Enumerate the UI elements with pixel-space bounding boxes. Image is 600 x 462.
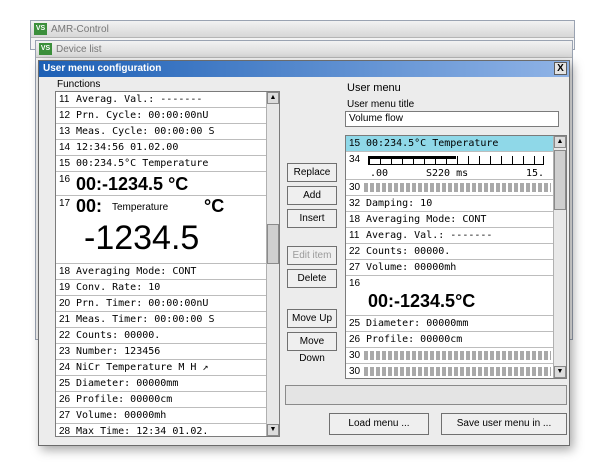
list-item[interactable]: 13 Meas. Cycle: 00:00:00 S [56,124,268,140]
list-item[interactable]: 20 Prn. Timer: 00:00:00nU [56,296,268,312]
list-item[interactable]: 34 .00 S220 ms 15. [346,152,555,180]
list-item[interactable]: 30 [346,348,555,364]
list-item[interactable]: 12 Prn. Cycle: 00:00:00nU [56,108,268,124]
list-item[interactable]: 23 Number: 123456 [56,344,268,360]
status-panel [285,385,567,405]
edit-item-button[interactable]: Edit item [287,246,337,265]
user-menu-scrollbar[interactable]: ▲ ▼ [553,136,566,378]
list-item[interactable]: 32 Damping: 10 [346,196,555,212]
replace-button[interactable]: Replace [287,163,337,182]
load-menu-button[interactable]: Load menu ... [329,413,429,435]
list-item[interactable]: 19 Conv. Rate: 10 [56,280,268,296]
list-item[interactable]: 11 Averag. Val.: ------- [56,92,268,108]
app-title-bar[interactable]: VS AMR-Control [31,21,574,38]
add-button[interactable]: Add [287,186,337,205]
list-item[interactable]: 24 NiCr Temperature M H ↗ [56,360,268,376]
functions-scrollbar[interactable]: ▲ ▼ [266,92,279,436]
list-item[interactable]: 18 Averaging Mode: CONT [346,212,555,228]
scroll-up-icon[interactable]: ▲ [554,136,566,148]
list-item[interactable]: 16 00:-1234.5 °C [56,172,268,196]
list-item[interactable]: 26 Profile: 00000cm [346,332,555,348]
dialog-title-bar[interactable]: User menu configuration X [39,61,569,77]
list-item[interactable]: 17 00: Temperature °C -1234.5 [56,196,268,264]
list-item[interactable]: 22 Counts: 00000. [56,328,268,344]
bargraph-fill [368,156,456,159]
move-up-button[interactable]: Move Up [287,309,337,328]
user-menu-title-label: User menu title [347,99,415,110]
list-item[interactable]: 25 Diameter: 00000mm [346,316,555,332]
app-title: AMR-Control [51,24,109,35]
list-item[interactable]: 21 Meas. Timer: 00:00:00 S [56,312,268,328]
list-item[interactable]: 26 Profile: 00000cm [56,392,268,408]
close-button[interactable]: X [554,62,567,75]
save-user-menu-button[interactable]: Save user menu in ... [441,413,567,435]
functions-list[interactable]: 11 Averag. Val.: ------- 12 Prn. Cycle: 00… [55,91,280,437]
user-menu-heading: User menu [347,82,401,94]
list-item[interactable]: 28 Max Time: 12:34 01.02. [56,424,268,436]
functions-heading: Functions [57,79,101,90]
device-list-icon: VS [39,43,52,55]
scroll-up-icon[interactable]: ▲ [267,92,279,104]
insert-button[interactable]: Insert [287,209,337,228]
list-item[interactable]: 30 [346,364,555,378]
list-item[interactable]: 27 Volume: 00000mh [56,408,268,424]
scroll-down-icon[interactable]: ▼ [554,366,566,378]
list-item[interactable]: 30 [346,180,555,196]
empty-slot [364,367,551,376]
scroll-thumb[interactable] [267,224,279,264]
delete-button[interactable]: Delete [287,269,337,288]
scroll-thumb[interactable] [554,150,566,210]
list-item[interactable]: 22 Counts: 00000. [346,244,555,260]
user-menu-config-dialog: User menu configuration X Functions 11 Av… [38,60,570,446]
close-icon: X [557,63,564,74]
empty-slot [364,351,551,360]
list-item-selected[interactable]: 15 00:234.5°C Temperature [346,136,555,152]
device-list-title: Device list [56,44,102,55]
user-menu-title-input[interactable]: Volume flow [345,111,559,127]
list-item[interactable]: 25 Diameter: 00000mm [56,376,268,392]
list-item[interactable]: 27 Volume: 00000mh [346,260,555,276]
move-down-button[interactable]: Move Down [287,332,337,364]
scroll-down-icon[interactable]: ▼ [267,424,279,436]
list-item[interactable]: 16 00:-1234.5°C [346,276,555,316]
empty-slot [364,183,551,192]
app-icon: VS [34,23,47,35]
dialog-title: User menu configuration [43,63,162,74]
list-item[interactable]: 14 12:34:56 01.02.00 [56,140,268,156]
list-item[interactable]: 18 Averaging Mode: CONT [56,264,268,280]
user-menu-list[interactable]: 15 00:234.5°C Temperature 34 .00 S220 ms … [345,135,567,379]
list-item[interactable]: 15 00:234.5°C Temperature [56,156,268,172]
list-item[interactable]: 11 Averag. Val.: ------- [346,228,555,244]
device-list-title-bar[interactable]: VS Device list [36,41,572,58]
